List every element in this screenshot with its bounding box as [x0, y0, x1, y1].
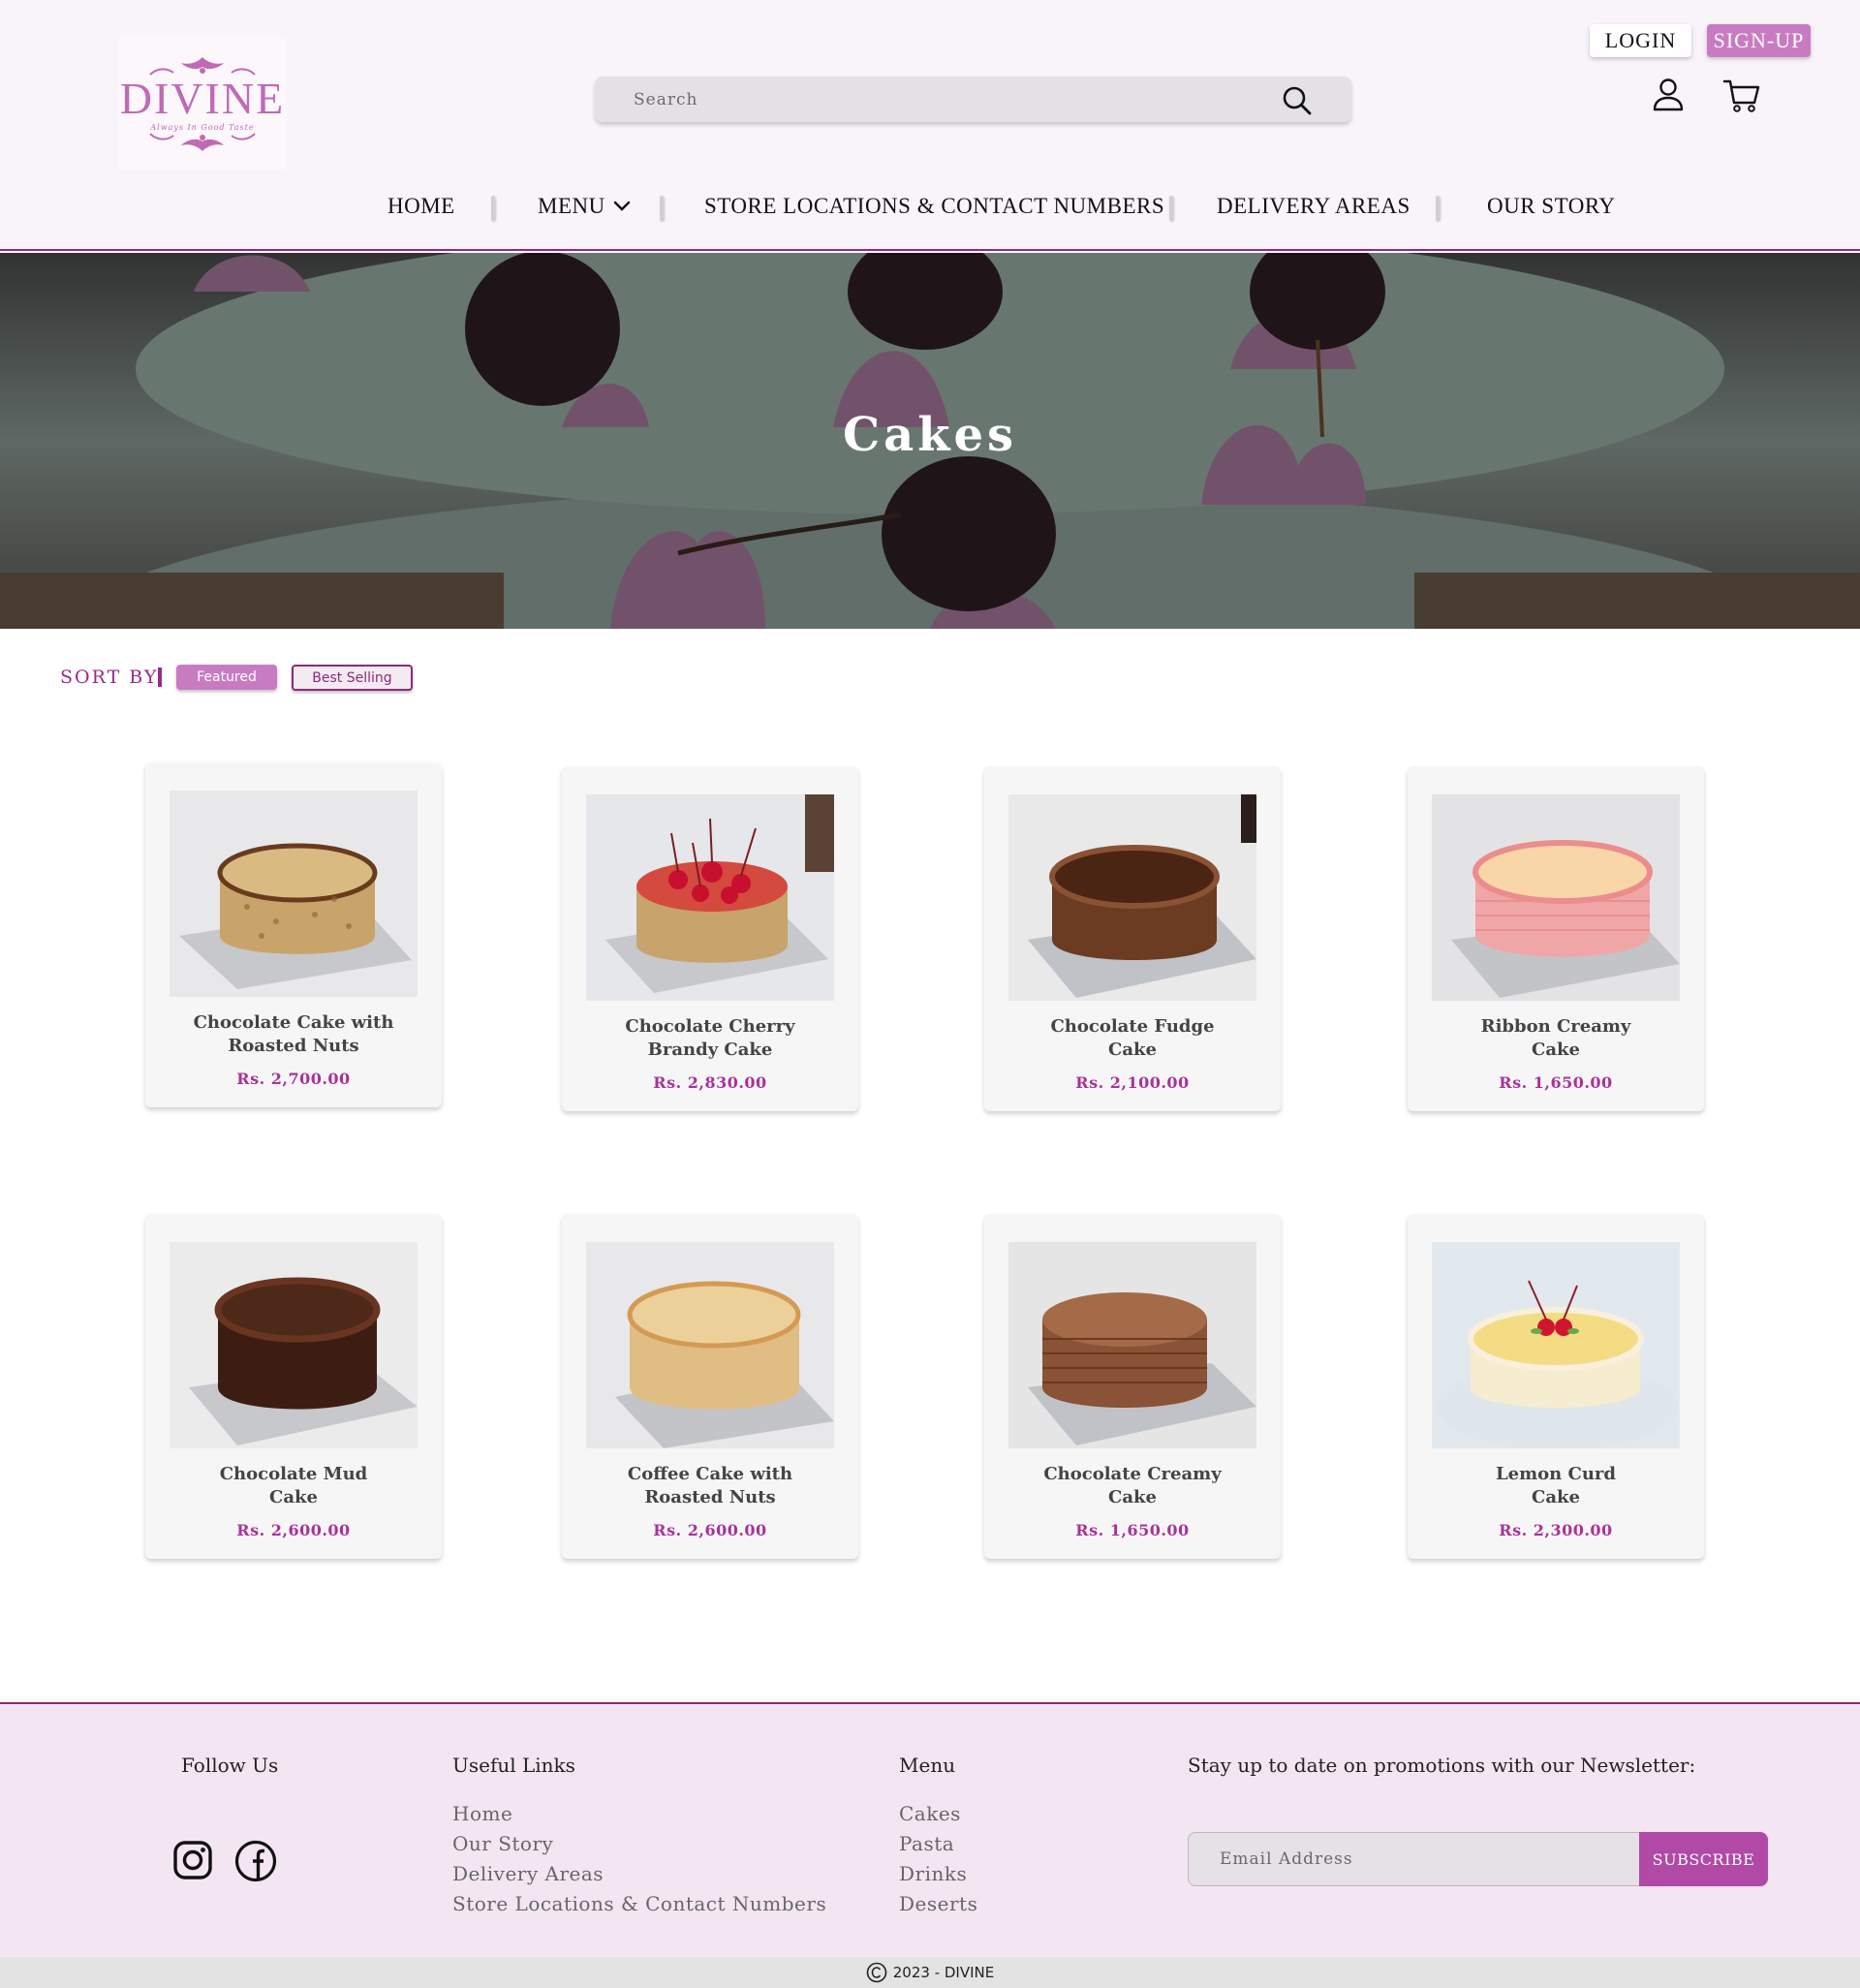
nav-divider	[1169, 196, 1173, 221]
product-price: Rs. 2,830.00	[653, 1073, 767, 1092]
search-icon[interactable]	[1282, 85, 1313, 116]
logo-tagline: Always In Good Taste	[150, 122, 255, 132]
sort-featured-button[interactable]: Featured	[176, 665, 277, 690]
product-price: Rs. 1,650.00	[1499, 1073, 1613, 1092]
product-name[interactable]: Chocolate Cake with Roasted Nuts	[155, 1011, 432, 1058]
sort-divider	[158, 668, 162, 687]
nav-divider	[660, 196, 664, 221]
product-price: Rs. 2,600.00	[236, 1521, 351, 1539]
search-bar	[595, 77, 1351, 122]
product-price: Rs. 1,650.00	[1075, 1521, 1190, 1539]
product-image	[1008, 1242, 1256, 1448]
product-name[interactable]: Ribbon Creamy Cake	[1417, 1015, 1694, 1062]
product-price: Rs. 2,100.00	[1075, 1073, 1190, 1092]
product-image	[1432, 1242, 1680, 1448]
footer-link-delivery-areas[interactable]: Delivery Areas	[452, 1862, 604, 1885]
footer-menu-pasta[interactable]: Pasta	[899, 1832, 954, 1855]
footer-link-store-locations[interactable]: Store Locations & Contact Numbers	[452, 1892, 826, 1915]
product-card[interactable]: Chocolate Creamy Cake Rs. 1,650.00	[984, 1214, 1281, 1559]
follow-us-heading: Follow Us	[181, 1754, 279, 1777]
footer-link-our-story[interactable]: Our Story	[452, 1832, 553, 1855]
product-price: Rs. 2,300.00	[1499, 1521, 1613, 1539]
brand-logo[interactable]: DIVINE Always In Good Taste	[118, 37, 287, 171]
product-image	[1432, 794, 1680, 1001]
product-card[interactable]: Ribbon Creamy Cake Rs. 1,650.00	[1408, 766, 1704, 1111]
login-button[interactable]: LOGIN	[1590, 24, 1691, 57]
hero-banner: Cakes	[0, 253, 1860, 629]
product-image	[1008, 794, 1256, 1001]
logo-ornament-bottom	[149, 132, 256, 151]
product-name[interactable]: Chocolate Mud Cake	[155, 1463, 432, 1509]
product-card[interactable]: Chocolate Fudge Cake Rs. 2,100.00	[984, 766, 1281, 1111]
product-card[interactable]: Lemon Curd Cake Rs. 2,300.00	[1408, 1214, 1704, 1559]
product-name[interactable]: Coffee Cake with Roasted Nuts	[572, 1463, 849, 1509]
facebook-icon[interactable]	[234, 1840, 277, 1882]
chevron-down-icon	[613, 201, 630, 211]
product-image	[170, 1242, 418, 1448]
footer-menu-deserts[interactable]: Deserts	[899, 1892, 977, 1915]
product-price: Rs. 2,600.00	[653, 1521, 767, 1539]
nav-menu[interactable]: MENU	[538, 194, 631, 219]
nav-divider	[1436, 196, 1440, 221]
product-card[interactable]: Chocolate Cake with Roasted Nuts Rs. 2,7…	[145, 762, 442, 1107]
signup-button[interactable]: SIGN-UP	[1707, 24, 1811, 57]
footer-menu-drinks[interactable]: Drinks	[899, 1862, 967, 1885]
email-input[interactable]	[1220, 1849, 1607, 1869]
product-name[interactable]: Lemon Curd Cake	[1417, 1463, 1694, 1509]
search-input[interactable]	[634, 89, 1254, 109]
nav-menu-label: MENU	[538, 194, 605, 218]
copyright-text: 2023 - DIVINE	[892, 1964, 995, 1981]
copyright-icon	[866, 1962, 887, 1983]
nav-delivery-areas[interactable]: DELIVERY AREAS	[1217, 194, 1410, 219]
product-price: Rs. 2,700.00	[236, 1070, 351, 1088]
main-nav: HOME MENU STORE LOCATIONS & CONTACT NUMB…	[0, 190, 1860, 229]
product-name[interactable]: Chocolate Fudge Cake	[994, 1015, 1271, 1062]
menu-heading: Menu	[899, 1754, 956, 1777]
product-card[interactable]: Coffee Cake with Roasted Nuts Rs. 2,600.…	[562, 1214, 858, 1559]
page-title: Cakes	[842, 408, 1018, 462]
useful-links-heading: Useful Links	[452, 1754, 575, 1777]
user-account-icon[interactable]	[1652, 78, 1685, 112]
nav-divider	[491, 196, 495, 221]
product-image	[586, 794, 834, 1001]
newsletter-email-box	[1188, 1832, 1640, 1886]
footer-menu-cakes[interactable]: Cakes	[899, 1802, 961, 1825]
product-name[interactable]: Chocolate Creamy Cake	[994, 1463, 1271, 1509]
site-header: DIVINE Always In Good Taste LOGIN SIGN-U…	[0, 0, 1860, 251]
logo-wordmark: DIVINE	[119, 73, 286, 123]
product-image	[586, 1242, 834, 1448]
product-card[interactable]: Chocolate Cherry Brandy Cake Rs. 2,830.0…	[562, 766, 858, 1111]
copyright-bar: 2023 - DIVINE	[0, 1957, 1860, 1988]
nav-store-locations[interactable]: STORE LOCATIONS & CONTACT NUMBERS	[704, 194, 1164, 219]
instagram-icon[interactable]	[172, 1840, 213, 1880]
product-card[interactable]: Chocolate Mud Cake Rs. 2,600.00	[145, 1214, 442, 1559]
shopping-cart-icon[interactable]	[1722, 78, 1761, 114]
footer-link-home[interactable]: Home	[452, 1802, 512, 1825]
subscribe-button[interactable]: SUBSCRIBE	[1639, 1832, 1768, 1886]
nav-home[interactable]: HOME	[388, 194, 455, 219]
product-image	[170, 791, 418, 997]
sort-best-selling-button[interactable]: Best Selling	[292, 665, 413, 691]
sort-label: SORT BY	[60, 667, 159, 688]
newsletter-heading: Stay up to date on promotions with our N…	[1188, 1754, 1696, 1777]
nav-our-story[interactable]: OUR STORY	[1487, 194, 1616, 219]
product-name[interactable]: Chocolate Cherry Brandy Cake	[572, 1015, 849, 1062]
site-footer: Follow Us Useful Links Home Our Story De…	[0, 1702, 1860, 1957]
